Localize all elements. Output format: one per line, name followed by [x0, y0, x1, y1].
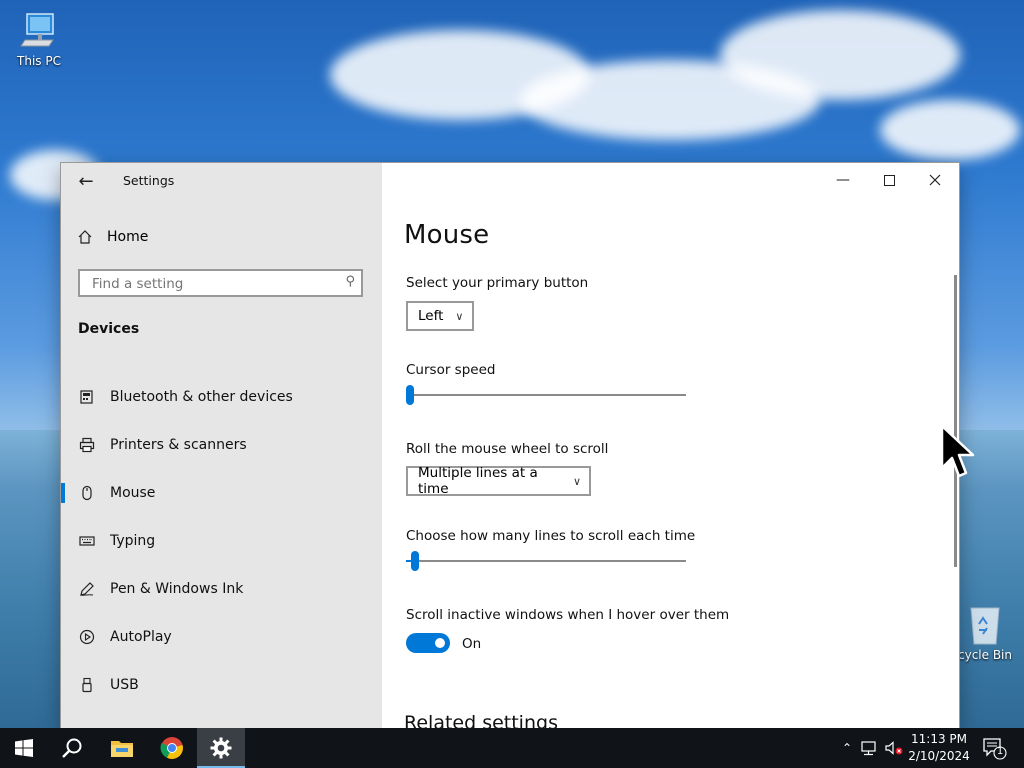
recycle-bin-label: cycle Bin [958, 648, 1012, 662]
dropdown-value: Multiple lines at a time [418, 465, 538, 497]
cloud [880, 100, 1020, 160]
file-explorer-button[interactable] [98, 728, 146, 768]
sidebar-item-mouse[interactable]: Mouse [61, 469, 382, 517]
mouse-icon [78, 484, 96, 502]
sidebar-item-label: Bluetooth & other devices [110, 389, 293, 405]
primary-button-dropdown[interactable]: Left ∨ [406, 301, 474, 331]
search-icon [62, 738, 82, 758]
toggle-knob [435, 638, 445, 648]
recycle-bin-icon [970, 607, 1000, 645]
devices-nav-list: Bluetooth & other devices Printers & sca… [61, 373, 382, 709]
sidebar-item-bluetooth[interactable]: Bluetooth & other devices [61, 373, 382, 421]
system-tray: ⌃ [838, 728, 904, 768]
slider-track [406, 394, 686, 396]
sidebar-item-label: USB [110, 677, 139, 693]
mouse-pointer-icon [940, 424, 975, 478]
sidebar-item-pen[interactable]: Pen & Windows Ink [61, 565, 382, 613]
recycle-bin-shortcut[interactable]: cycle Bin [955, 600, 1015, 662]
section-title: Devices [78, 321, 140, 337]
chevron-down-icon: ∨ [572, 474, 581, 488]
inactive-scroll-label: Scroll inactive windows when I hover ove… [406, 607, 730, 623]
sidebar-item-label: Typing [110, 533, 156, 549]
action-center-button[interactable]: 1 [982, 736, 1008, 760]
sidebar-item-usb[interactable]: USB [61, 661, 382, 709]
scroll-lines-label: Choose how many lines to scroll each tim… [406, 528, 696, 544]
start-button[interactable] [0, 728, 48, 768]
dropdown-value: Left [418, 308, 444, 324]
settings-sidebar: ← Settings Home ⚲ Devices Bluetooth & ot… [61, 163, 382, 728]
home-link[interactable]: Home [77, 227, 148, 247]
taskbar-search-button[interactable] [48, 728, 96, 768]
sidebar-item-label: Mouse [110, 485, 156, 501]
scroll-mode-label: Roll the mouse wheel to scroll [406, 441, 609, 457]
search-input[interactable] [90, 271, 334, 297]
sidebar-item-label: Printers & scanners [110, 437, 247, 453]
sidebar-item-label: Pen & Windows Ink [110, 581, 244, 597]
window-title: Settings [123, 173, 175, 188]
this-pc-shortcut[interactable]: This PC [4, 10, 74, 68]
search-icon[interactable]: ⚲ [345, 274, 355, 289]
printer-icon [78, 436, 96, 454]
file-explorer-icon [111, 741, 133, 757]
taskbar-clock[interactable]: 11:13 PM 2/10/2024 [904, 731, 974, 765]
content-scrollbar[interactable] [954, 275, 957, 567]
scroll-lines-slider[interactable] [406, 550, 686, 572]
notification-icon [983, 738, 1007, 760]
clock-time: 11:13 PM [911, 732, 967, 746]
taskbar: ⌃ 11:13 PM 2/10/2024 1 [0, 728, 1024, 768]
usb-icon [78, 676, 96, 694]
settings-taskbar-button[interactable] [197, 728, 245, 768]
close-icon[interactable] [912, 167, 958, 193]
settings-window: ← Settings Home ⚲ Devices Bluetooth & ot… [61, 163, 959, 728]
chevron-down-icon: ∨ [455, 309, 464, 323]
sidebar-item-label: AutoPlay [110, 629, 172, 645]
cloud [720, 10, 960, 100]
slider-thumb[interactable] [411, 551, 419, 571]
back-arrow-icon[interactable]: ← [75, 171, 97, 193]
toggle-state-text: On [462, 636, 482, 652]
chrome-button[interactable] [148, 728, 196, 768]
minimize-icon[interactable]: — [820, 167, 866, 193]
mouse-settings-pane: — Mouse Select your primary button Left … [382, 163, 959, 728]
computer-icon [20, 13, 54, 47]
pen-icon [78, 580, 96, 598]
autoplay-icon [78, 628, 96, 646]
sidebar-item-printers[interactable]: Printers & scanners [61, 421, 382, 469]
cursor-speed-label: Cursor speed [406, 362, 496, 378]
home-icon [78, 230, 92, 244]
bluetooth-devices-icon [78, 388, 96, 406]
related-settings-heading: Related settings [404, 712, 558, 728]
settings-icon [210, 737, 232, 759]
chevron-up-icon[interactable]: ⌃ [838, 741, 856, 755]
volume-muted-icon[interactable] [884, 740, 904, 756]
network-icon[interactable] [860, 740, 880, 756]
start-icon [15, 739, 33, 757]
chrome-icon [160, 737, 183, 759]
sidebar-item-autoplay[interactable]: AutoPlay [61, 613, 382, 661]
maximize-icon[interactable] [866, 167, 912, 193]
find-setting-search[interactable]: ⚲ [78, 269, 363, 297]
slider-track [406, 560, 686, 562]
page-title: Mouse [404, 220, 490, 250]
scroll-mode-dropdown[interactable]: Multiple lines at a time ∨ [406, 465, 591, 497]
primary-button-label: Select your primary button [406, 275, 589, 291]
cursor-speed-slider[interactable] [406, 384, 686, 406]
this-pc-label: This PC [17, 54, 61, 68]
inactive-scroll-toggle[interactable] [406, 633, 450, 653]
notification-count: 1 [996, 746, 1004, 757]
clock-date: 2/10/2024 [908, 749, 970, 763]
slider-thumb[interactable] [406, 385, 414, 405]
home-label: Home [107, 229, 149, 245]
sidebar-item-typing[interactable]: Typing [61, 517, 382, 565]
keyboard-icon [78, 532, 96, 550]
